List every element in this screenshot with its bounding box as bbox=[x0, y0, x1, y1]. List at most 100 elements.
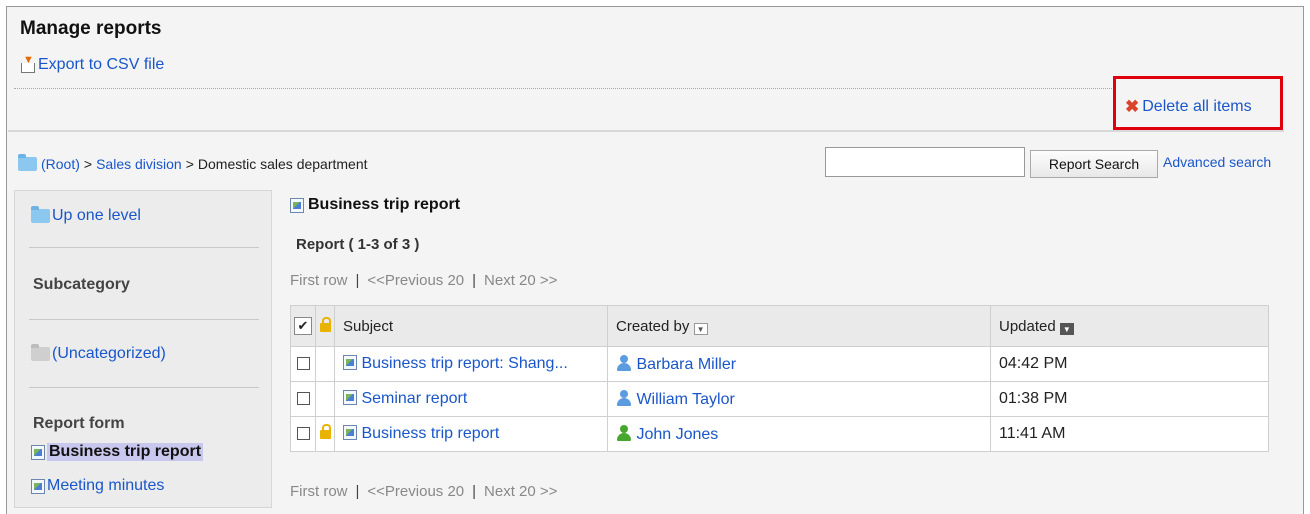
row-checkbox[interactable] bbox=[296, 392, 310, 406]
sidebar-divider bbox=[29, 319, 259, 320]
report-search-button[interactable]: Report Search bbox=[1030, 150, 1158, 178]
report-form-icon bbox=[31, 444, 45, 460]
form-title-text: Business trip report bbox=[308, 196, 461, 213]
search-input[interactable] bbox=[825, 147, 1025, 177]
breadcrumb-sales-division[interactable]: Sales division bbox=[96, 156, 182, 172]
lock-column bbox=[315, 305, 335, 347]
table-row: Business trip report: Shang... Barbara M… bbox=[290, 346, 1269, 382]
updated-cell: 11:41 AM bbox=[990, 416, 1269, 452]
user-link[interactable]: John Jones bbox=[636, 426, 718, 443]
select-all-column: ✔ bbox=[290, 305, 316, 347]
report-form-icon bbox=[290, 197, 304, 213]
export-icon bbox=[20, 54, 35, 73]
row-select-cell bbox=[290, 381, 316, 417]
subcategory-heading: Subcategory bbox=[33, 276, 130, 293]
sidebar-item-business-trip-report[interactable]: Business trip report bbox=[31, 443, 204, 461]
sidebar-item-meeting-minutes[interactable]: Meeting minutes bbox=[31, 477, 164, 495]
previous-page-link: <<Previous 20 bbox=[367, 272, 465, 289]
updated-column-header[interactable]: Updated ▼ bbox=[990, 305, 1269, 347]
breadcrumb: (Root) > Sales division > Domestic sales… bbox=[18, 154, 368, 172]
pager-separator: | bbox=[355, 483, 360, 500]
report-icon bbox=[343, 390, 357, 405]
user-link[interactable]: Barbara Miller bbox=[636, 356, 736, 373]
subject-link[interactable]: Business trip report bbox=[361, 425, 499, 442]
report-count: Report ( 1-3 of 3 ) bbox=[296, 236, 420, 253]
report-table: ✔ Subject Created by ▼ Updated ▼ Busines… bbox=[290, 305, 1269, 452]
first-row-link: First row bbox=[290, 483, 348, 500]
lock-cell bbox=[315, 346, 335, 382]
delete-x-icon: ✖ bbox=[1125, 97, 1140, 116]
user-link[interactable]: William Taylor bbox=[636, 391, 734, 408]
form-title: Business trip report bbox=[290, 196, 460, 214]
subject-header-label: Subject bbox=[343, 317, 394, 335]
lock-cell bbox=[315, 416, 335, 452]
report-form-icon bbox=[31, 478, 45, 494]
select-all-checkbox[interactable]: ✔ bbox=[294, 317, 312, 335]
export-csv-label[interactable]: Export to CSV file bbox=[38, 56, 164, 74]
table-row: Business trip report John Jones 11:41 AM bbox=[290, 416, 1269, 452]
subject-cell: Business trip report bbox=[334, 416, 608, 452]
advanced-search-link[interactable]: Advanced search bbox=[1163, 154, 1271, 170]
sidebar-item-uncategorized[interactable]: (Uncategorized) bbox=[31, 344, 166, 363]
report-form-label[interactable]: Meeting minutes bbox=[47, 477, 164, 495]
sort-icon[interactable]: ▼ bbox=[693, 322, 708, 335]
row-checkbox[interactable] bbox=[296, 427, 310, 441]
next-page-link: Next 20 >> bbox=[484, 272, 558, 289]
folder-icon bbox=[18, 154, 37, 171]
first-row-link: First row bbox=[290, 272, 348, 289]
folder-up-icon bbox=[31, 206, 50, 223]
pager-separator: | bbox=[355, 272, 360, 289]
delete-all-link[interactable]: ✖ Delete all items bbox=[1125, 97, 1252, 117]
table-header-row: ✔ Subject Created by ▼ Updated ▼ bbox=[290, 305, 1269, 347]
created-by-column-header[interactable]: Created by ▼ bbox=[607, 305, 991, 347]
updated-header-label[interactable]: Updated bbox=[999, 318, 1056, 335]
created-by-cell: John Jones bbox=[607, 416, 991, 452]
breadcrumb-separator: > bbox=[83, 156, 93, 172]
lock-icon bbox=[319, 316, 331, 332]
updated-cell: 01:38 PM bbox=[990, 381, 1269, 417]
user-icon bbox=[616, 354, 632, 371]
subject-link[interactable]: Seminar report bbox=[361, 390, 467, 407]
category-sidebar: Up one level Subcategory (Uncategorized)… bbox=[14, 190, 272, 508]
divider bbox=[8, 130, 1284, 132]
next-page-link: Next 20 >> bbox=[484, 483, 558, 500]
sort-icon[interactable]: ▼ bbox=[1059, 322, 1074, 335]
report-form-label[interactable]: Business trip report bbox=[47, 443, 204, 461]
up-one-level-link[interactable]: Up one level bbox=[31, 206, 141, 225]
export-csv-link[interactable]: Export to CSV file bbox=[20, 54, 164, 74]
breadcrumb-root[interactable]: (Root) bbox=[41, 156, 80, 172]
previous-page-link: <<Previous 20 bbox=[367, 483, 465, 500]
sidebar-divider bbox=[29, 247, 259, 248]
breadcrumb-separator: > bbox=[185, 156, 194, 172]
page-title: Manage reports bbox=[20, 18, 162, 39]
row-checkbox[interactable] bbox=[296, 357, 310, 371]
subject-column-header: Subject bbox=[334, 305, 608, 347]
pager-separator: | bbox=[472, 483, 477, 500]
created-by-header-label[interactable]: Created by bbox=[616, 318, 689, 335]
subject-cell: Business trip report: Shang... bbox=[334, 346, 608, 382]
user-icon bbox=[616, 389, 632, 406]
folder-icon bbox=[31, 344, 50, 361]
pagination-top: First row | <<Previous 20 | Next 20 >> bbox=[290, 272, 557, 289]
created-by-cell: William Taylor bbox=[607, 381, 991, 417]
row-select-cell bbox=[290, 346, 316, 382]
row-select-cell bbox=[290, 416, 316, 452]
report-icon bbox=[343, 355, 357, 370]
breadcrumb-current: Domestic sales department bbox=[197, 156, 368, 172]
pagination-bottom: First row | <<Previous 20 | Next 20 >> bbox=[290, 483, 557, 500]
subject-link[interactable]: Business trip report: Shang... bbox=[361, 355, 567, 372]
lock-icon bbox=[319, 424, 331, 439]
report-icon bbox=[343, 425, 357, 440]
updated-cell: 04:42 PM bbox=[990, 346, 1269, 382]
delete-all-label[interactable]: Delete all items bbox=[1142, 98, 1251, 116]
table-row: Seminar report William Taylor 01:38 PM bbox=[290, 381, 1269, 417]
divider bbox=[14, 88, 1282, 89]
report-form-heading: Report form bbox=[33, 415, 125, 432]
up-one-level-label[interactable]: Up one level bbox=[52, 207, 141, 225]
lock-cell bbox=[315, 381, 335, 417]
uncategorized-label[interactable]: (Uncategorized) bbox=[52, 345, 166, 363]
subject-cell: Seminar report bbox=[334, 381, 608, 417]
sidebar-divider bbox=[29, 387, 259, 388]
created-by-cell: Barbara Miller bbox=[607, 346, 991, 382]
pager-separator: | bbox=[472, 272, 477, 289]
